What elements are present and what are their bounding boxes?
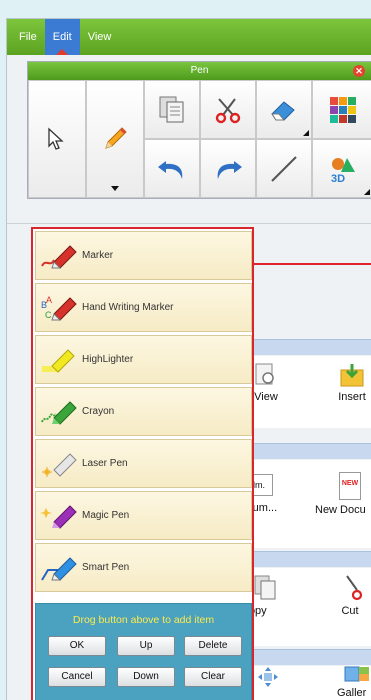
menu-bar: File Edit View (7, 19, 371, 55)
new-badge-text: NEW (341, 480, 359, 487)
undo-button[interactable] (144, 139, 200, 198)
3d-shapes-icon: 3D (331, 157, 355, 184)
ok-button[interactable]: OK (48, 636, 106, 656)
new-document-item-label: New Docu (315, 504, 366, 516)
pen-item-highlighter[interactable]: HighLighter (35, 335, 252, 384)
pen-item-label: HighLighter (82, 354, 134, 365)
undo-icon (158, 160, 183, 179)
crayon-icon (41, 400, 77, 425)
menu-edit[interactable]: Edit (44, 19, 80, 55)
cut-item-label: Cut (341, 605, 359, 617)
menu-file[interactable]: File (11, 19, 45, 55)
redo-button[interactable] (200, 139, 256, 198)
pen-item-crayon[interactable]: Crayon (35, 387, 252, 436)
pen-item-label: Smart Pen (82, 562, 130, 573)
close-icon[interactable]: ✕ (353, 65, 365, 77)
eraser-icon (271, 100, 295, 120)
line-button[interactable] (256, 139, 312, 198)
svg-text:C: C (45, 310, 52, 320)
move-arrows-icon (258, 667, 278, 687)
move-icon[interactable] (257, 666, 278, 691)
marker-icon (41, 244, 77, 269)
smart-pen-icon (41, 556, 77, 581)
pen-item-laser-pen[interactable]: Laser Pen (35, 439, 252, 488)
up-button[interactable]: Up (117, 636, 175, 656)
scissors-icon (215, 97, 241, 123)
scissors-icon (346, 575, 363, 601)
gallery-icon (344, 666, 369, 682)
app-window: File Edit View Pen ✕ 3D View Insert lm. … (6, 18, 371, 700)
insert-folder-icon (340, 364, 364, 387)
chevron-down-icon[interactable] (111, 186, 119, 191)
pen-item-hand-writing-marker[interactable]: B A C Hand Writing Marker (35, 283, 252, 332)
copy-pages-icon (159, 96, 184, 122)
new-document-icon: NEW (339, 472, 361, 500)
pen-list: Marker B A C Hand Writing Marker HighLig… (35, 231, 252, 601)
laser-pen-icon (42, 452, 77, 477)
pen-item-label: Hand Writing Marker (82, 302, 174, 313)
pen-item-label: Laser Pen (82, 458, 128, 469)
tool-grid: 3D (28, 80, 371, 200)
down-button[interactable]: Down (117, 667, 175, 687)
pen-item-label: Crayon (82, 406, 115, 417)
svg-text:3D: 3D (331, 173, 345, 184)
color-palette-icon (329, 96, 356, 123)
scissors-button[interactable] (200, 80, 256, 139)
delete-button[interactable]: Delete (184, 636, 242, 656)
cut-item[interactable]: Cut (325, 574, 371, 617)
action-area: Drog button above to add item OK Up Dele… (35, 603, 252, 700)
pen-item-label: Marker (82, 250, 114, 261)
eraser-button[interactable] (256, 80, 312, 139)
3d-shapes-button[interactable]: 3D (312, 139, 371, 198)
svg-text:A: A (46, 295, 52, 305)
hand-writing-marker-icon: B A C (41, 295, 77, 321)
cancel-button[interactable]: Cancel (48, 667, 106, 687)
pen-item-smart-pen[interactable]: Smart Pen (35, 543, 252, 592)
redo-icon (217, 160, 242, 179)
insert-item[interactable]: Insert (322, 362, 371, 403)
magic-pen-icon (40, 504, 77, 529)
select-arrow-icon (48, 127, 64, 150)
gallery-item-label: Galler (337, 687, 367, 699)
copy-icon (254, 575, 276, 600)
new-document-item[interactable]: NEW New Docu (315, 472, 371, 516)
insert-item-label: Insert (338, 391, 366, 403)
document-icon-text: lm. (253, 480, 265, 490)
clear-button[interactable]: Clear (184, 667, 242, 687)
color-palette-button[interactable] (312, 80, 371, 139)
corner-arrow-icon (364, 189, 370, 195)
pencil-tool-button[interactable] (86, 80, 144, 198)
page-magnifier-icon (255, 363, 274, 385)
pen-item-label: Magic Pen (82, 510, 130, 521)
pen-panel-title: Pen (190, 65, 209, 76)
pen-item-marker[interactable]: Marker (35, 231, 252, 280)
menu-view[interactable]: View (80, 19, 120, 55)
corner-arrow-icon (303, 130, 309, 136)
pen-type-popup: Marker B A C Hand Writing Marker HighLig… (31, 227, 254, 700)
pen-item-magic-pen[interactable]: Magic Pen (35, 491, 252, 540)
highlighter-icon (42, 348, 75, 373)
line-icon (271, 155, 297, 182)
pen-toolbar-panel: Pen ✕ 3D (27, 61, 371, 199)
drag-hint-text: Drog button above to add item (72, 614, 215, 626)
gallery-item[interactable]: Galler (337, 666, 371, 699)
divider (7, 223, 371, 224)
copy-pages-button[interactable] (144, 80, 200, 139)
pen-panel-title-bar: Pen ✕ (28, 62, 371, 80)
pencil-icon (105, 127, 127, 149)
select-arrow-button[interactable] (28, 80, 86, 198)
